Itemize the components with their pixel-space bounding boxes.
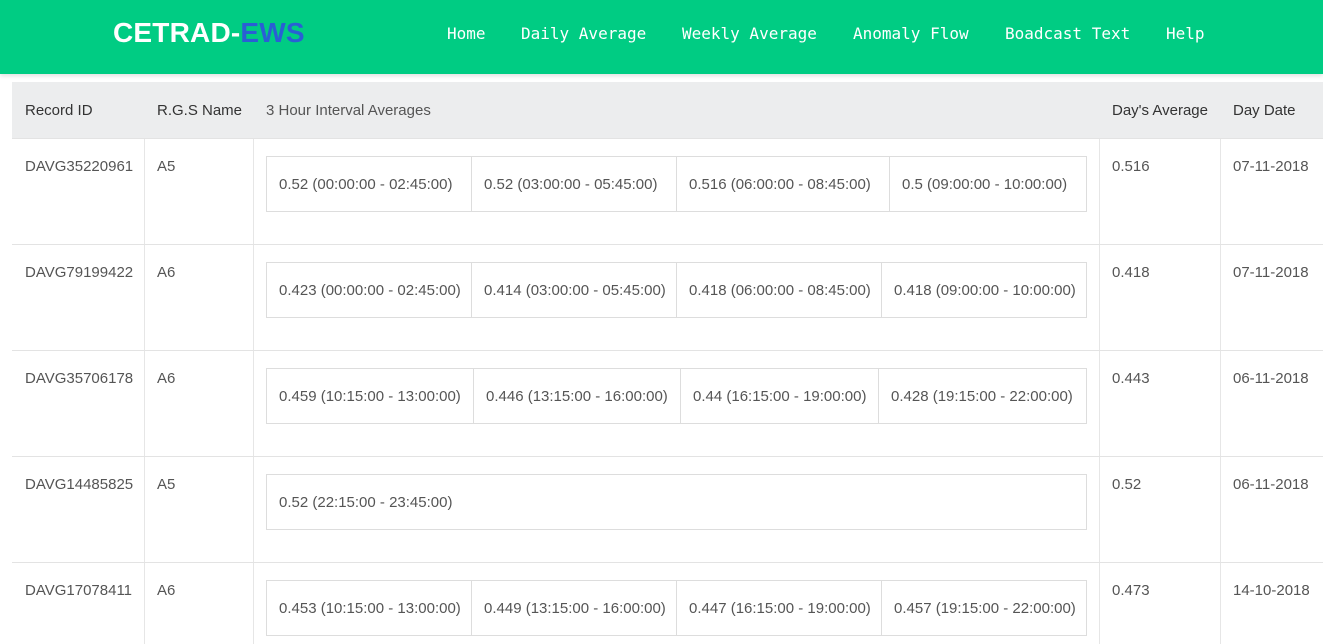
column-divider [253,563,254,644]
interval-averages-group: 0.453 (10:15:00 - 13:00:00) 0.449 (13:15:… [266,580,1087,636]
day-date-cell: 07-11-2018 [1233,264,1309,281]
records-table: Record ID R.G.S Name 3 Hour Interval Ave… [12,82,1323,644]
nav-anomaly-flow[interactable]: Anomaly Flow [853,24,969,44]
interval-averages-group: 0.52 (22:15:00 - 23:45:00) [266,474,1087,530]
table-row: DAVG79199422 A6 0.418 07-11-2018 0.423 (00:0… [12,244,1323,351]
interval-average-item: 0.446 (13:15:00 - 16:00:00) [474,369,681,423]
rgs-name-cell: A6 [157,370,176,387]
day-date-cell: 14-10-2018 [1233,582,1310,599]
interval-averages-group: 0.459 (10:15:00 - 13:00:00) 0.446 (13:15:… [266,368,1087,424]
column-divider [144,563,145,644]
interval-average-item: 0.414 (03:00:00 - 05:45:00) [472,263,677,317]
column-divider [1220,563,1221,644]
column-divider [1099,457,1100,563]
interval-average-item: 0.423 (00:00:00 - 02:45:00) [267,263,472,317]
column-divider [144,457,145,563]
table-row: DAVG35220961 A5 0.516 07-11-2018 0.52 (00:00… [12,138,1323,245]
header-record-id: Record ID [25,102,93,119]
interval-average-item: 0.428 (19:15:00 - 22:00:00) [891,387,1073,405]
table-row: DAVG17078411 A6 0.473 14-10-2018 0.453 (10:1… [12,562,1323,644]
rgs-name-cell: A5 [157,158,176,175]
header-rgs-name: R.G.S Name [157,102,243,119]
days-average-cell: 0.443 [1112,370,1150,387]
interval-average-item: 0.459 (10:15:00 - 13:00:00) [267,369,474,423]
table-row: DAVG35706178 A6 0.443 06-11-2018 0.459 (10:1… [12,350,1323,457]
column-divider [1220,139,1221,245]
nav-help[interactable]: Help [1166,24,1205,44]
column-divider [144,351,145,457]
brand-logo[interactable]: CETRAD-EWS [113,16,305,50]
interval-average-item: 0.453 (10:15:00 - 13:00:00) [267,581,472,635]
interval-average-item: 0.516 (06:00:00 - 08:45:00) [677,157,890,211]
table-row: DAVG14485825 A5 0.52 06-11-2018 0.52 (22:15:… [12,456,1323,563]
interval-averages-group: 0.52 (00:00:00 - 02:45:00) 0.52 (03:00:00… [266,156,1087,212]
days-average-cell: 0.52 [1112,476,1142,493]
column-divider [144,245,145,351]
days-average-cell: 0.418 [1112,264,1150,281]
interval-average-item: 0.418 (06:00:00 - 08:45:00) [677,263,882,317]
column-divider [144,139,145,245]
days-average-cell: 0.473 [1112,582,1150,599]
days-average-cell: 0.516 [1112,158,1150,175]
interval-average-item: 0.52 (22:15:00 - 23:45:00) [279,493,453,511]
rgs-name-cell: A6 [157,264,176,281]
record-id-cell: DAVG79199422 [25,264,134,281]
interval-average-item: 0.52 (00:00:00 - 02:45:00) [267,157,472,211]
column-divider [253,351,254,457]
header-day-date: Day Date [1233,102,1296,119]
rgs-name-cell: A5 [157,476,176,493]
interval-average-item: 0.418 (09:00:00 - 10:00:00) [894,281,1076,299]
record-id-cell: DAVG35706178 [25,370,134,387]
column-divider [1099,245,1100,351]
record-id-cell: DAVG14485825 [25,476,134,493]
nav-broadcast-text[interactable]: Boadcast Text [1005,24,1130,44]
column-divider [253,139,254,245]
column-divider [253,457,254,563]
record-id-cell: DAVG17078411 [25,582,133,599]
day-date-cell: 06-11-2018 [1233,476,1309,493]
header-days-average: Day's Average [1112,102,1208,119]
navbar: CETRAD-EWS Home Daily Average Weekly Ave… [0,0,1323,74]
header-interval-averages: 3 Hour Interval Averages [266,102,431,119]
brand-accent-text: EWS [240,17,305,48]
interval-averages-group: 0.423 (00:00:00 - 02:45:00) 0.414 (03:00:… [266,262,1087,318]
interval-average-item: 0.449 (13:15:00 - 16:00:00) [472,581,677,635]
interval-average-item: 0.457 (19:15:00 - 22:00:00) [894,599,1076,617]
column-divider [1099,563,1100,644]
nav-home[interactable]: Home [447,24,486,44]
column-divider [1220,351,1221,457]
interval-average-item: 0.5 (09:00:00 - 10:00:00) [902,175,1068,193]
interval-average-item: 0.44 (16:15:00 - 19:00:00) [681,369,879,423]
rgs-name-cell: A6 [157,582,176,599]
nav-weekly-average[interactable]: Weekly Average [682,24,817,44]
interval-average-item: 0.447 (16:15:00 - 19:00:00) [677,581,882,635]
column-divider [1220,245,1221,351]
interval-average-item: 0.52 (03:00:00 - 05:45:00) [472,157,677,211]
column-divider [1220,457,1221,563]
nav-daily-average[interactable]: Daily Average [521,24,646,44]
table-header: Record ID R.G.S Name 3 Hour Interval Ave… [12,82,1323,138]
day-date-cell: 07-11-2018 [1233,158,1309,175]
brand-text: CETRAD- [113,17,241,48]
column-divider [253,245,254,351]
column-divider [1099,351,1100,457]
column-divider [1099,139,1100,245]
record-id-cell: DAVG35220961 [25,158,134,175]
day-date-cell: 06-11-2018 [1233,370,1309,387]
